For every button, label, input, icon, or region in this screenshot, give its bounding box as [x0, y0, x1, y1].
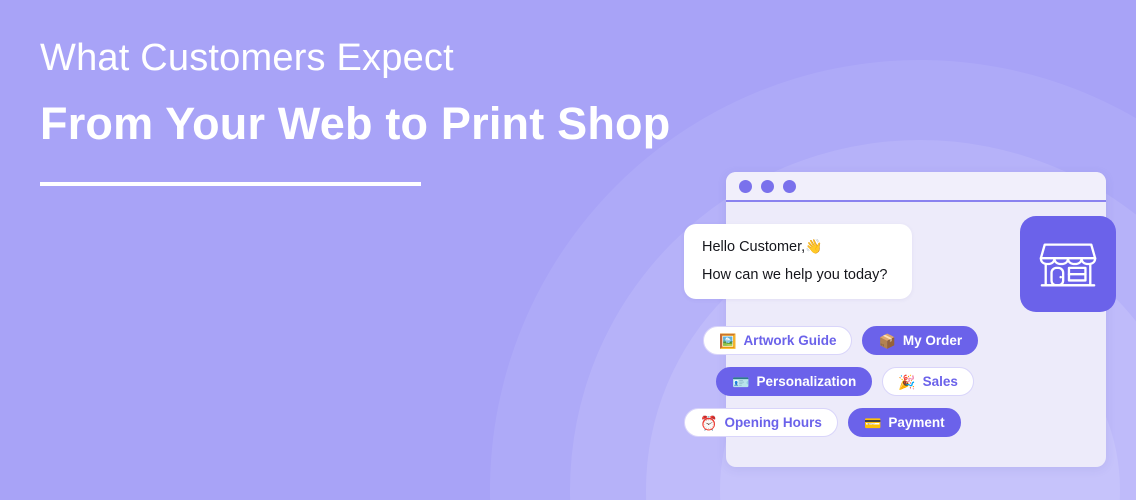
- chat-greeting-text: Hello Customer,: [702, 239, 806, 255]
- waving-hand-icon: 👋: [805, 238, 823, 254]
- chip-personalization[interactable]: 🪪 Personalization: [716, 367, 873, 396]
- chip-my-order[interactable]: 📦 My Order: [862, 326, 979, 355]
- window-dot-2[interactable]: [761, 179, 774, 193]
- store-avatar: [1020, 216, 1116, 312]
- chat-message-line-2: How can we help you today?: [702, 267, 888, 284]
- credit-card-icon: 💳: [863, 414, 882, 431]
- title-divider: [40, 182, 421, 186]
- headline-line-1: What Customers Expect: [40, 37, 454, 79]
- storefront-icon: [1037, 233, 1099, 295]
- quick-reply-row-1: 🖼️ Artwork Guide 📦 My Order: [684, 326, 1014, 355]
- chat-message-line-1: Hello Customer,👋: [702, 239, 894, 255]
- artwork-icon: 🖼️: [719, 332, 737, 349]
- package-icon: 📦: [878, 332, 896, 349]
- quick-reply-row-2: 🪪 Personalization 🎉 Sales: [684, 367, 1014, 396]
- headline-line-2: From Your Web to Print Shop: [40, 97, 671, 149]
- chip-payment[interactable]: 💳 Payment: [847, 408, 961, 437]
- chip-label: Opening Hours: [724, 414, 822, 430]
- page-title: What Customers Expect From Your Web to P…: [40, 36, 700, 150]
- chip-label: Payment: [888, 414, 945, 430]
- chat-titlebar: [726, 172, 1106, 202]
- quick-reply-group: 🖼️ Artwork Guide 📦 My Order 🪪 Personaliz…: [684, 326, 1014, 449]
- id-badge-icon: 🪪: [732, 373, 750, 390]
- chip-label: My Order: [902, 332, 963, 348]
- promo-banner: What Customers Expect From Your Web to P…: [0, 0, 1136, 500]
- window-dot-1[interactable]: [739, 179, 752, 193]
- chip-artwork-guide[interactable]: 🖼️ Artwork Guide: [703, 326, 853, 355]
- chip-label: Personalization: [756, 373, 857, 389]
- alarm-clock-icon: ⏰: [700, 414, 718, 431]
- chat-message-bubble: Hello Customer,👋 How can we help you tod…: [684, 224, 912, 300]
- chip-label: Sales: [922, 373, 958, 389]
- chip-label: Artwork Guide: [743, 332, 837, 348]
- party-popper-icon: 🎉: [898, 373, 916, 390]
- chip-sales[interactable]: 🎉 Sales: [882, 367, 974, 396]
- chip-opening-hours[interactable]: ⏰ Opening Hours: [684, 408, 838, 437]
- quick-reply-row-3: ⏰ Opening Hours 💳 Payment: [684, 408, 1014, 437]
- window-dot-3[interactable]: [783, 179, 796, 193]
